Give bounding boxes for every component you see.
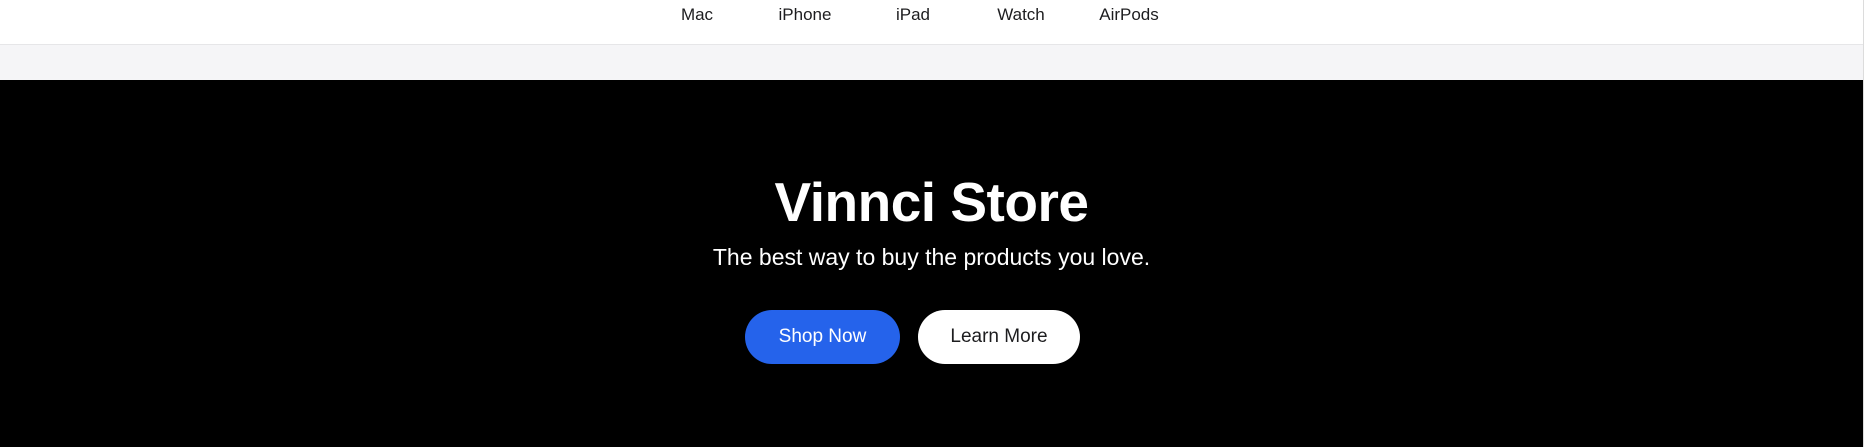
nav-item-watch[interactable]: Watch bbox=[967, 4, 1075, 26]
learn-more-button[interactable]: Learn More bbox=[918, 310, 1080, 364]
page-content: Mac iPhone iPad Watch AirPods Vinnci Sto… bbox=[0, 0, 1863, 447]
nav-item-iphone[interactable]: iPhone bbox=[751, 4, 859, 26]
nav-item-ipad[interactable]: iPad bbox=[859, 4, 967, 26]
top-navigation: Mac iPhone iPad Watch AirPods bbox=[0, 0, 1863, 45]
hero-section: Vinnci Store The best way to buy the pro… bbox=[0, 80, 1863, 447]
shop-now-button[interactable]: Shop Now bbox=[745, 310, 900, 364]
nav-list: Mac iPhone iPad Watch AirPods bbox=[0, 0, 1863, 30]
sub-navigation-strip bbox=[0, 45, 1863, 80]
nav-item-airpods[interactable]: AirPods bbox=[1075, 4, 1183, 26]
page: Mac iPhone iPad Watch AirPods Vinnci Sto… bbox=[0, 0, 1866, 447]
nav-item-mac[interactable]: Mac bbox=[643, 4, 751, 26]
hero-title: Vinnci Store bbox=[774, 171, 1089, 233]
hero-subtitle: The best way to buy the products you lov… bbox=[712, 244, 1151, 270]
